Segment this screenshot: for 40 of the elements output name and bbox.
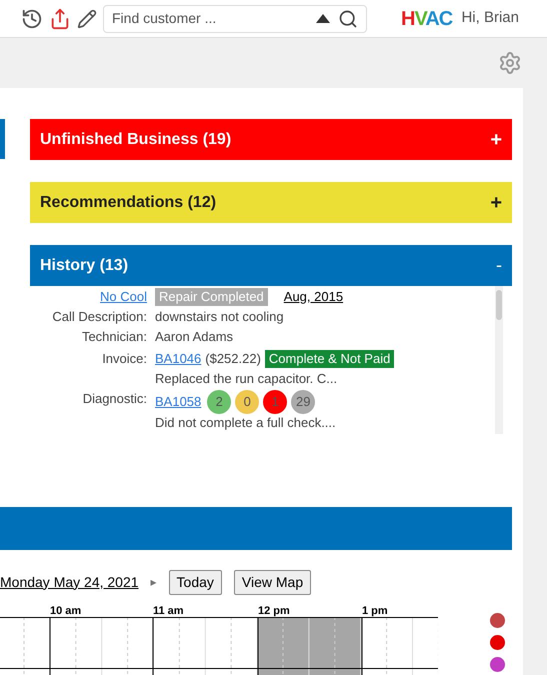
invoice-amount: ($252.22) xyxy=(205,350,261,368)
field-label: Call Description: xyxy=(51,308,147,326)
field-label: Invoice: xyxy=(101,350,147,368)
diagnostic-link[interactable]: BA1058 xyxy=(155,393,202,411)
caret-icon[interactable] xyxy=(316,14,330,23)
scrollbar-thumb[interactable] xyxy=(496,290,502,320)
hour-label: 1 pm xyxy=(362,604,388,618)
section-header[interactable]: History (13) - xyxy=(30,245,512,286)
date-link[interactable]: Monday May 24, 2021 xyxy=(0,572,139,592)
field-label: Technician: xyxy=(80,328,147,346)
search-box[interactable]: Find customer ... xyxy=(103,4,367,32)
greeting: Hi, Brian xyxy=(461,8,519,28)
count-badge: 0 xyxy=(235,390,260,414)
pencil-icon[interactable] xyxy=(77,8,97,28)
hour-label: 12 pm xyxy=(258,604,290,618)
invoice-status-badge: Complete & Not Paid xyxy=(264,350,394,368)
section-header[interactable]: Recommendations (12) + xyxy=(30,182,512,223)
search-icon[interactable] xyxy=(338,8,358,28)
section-header[interactable]: Unfinished Business (19) + xyxy=(30,119,512,160)
call-type-link[interactable]: No Cool xyxy=(100,289,147,304)
technician-name: Aaron Adams xyxy=(155,328,234,346)
next-arrow[interactable]: ▸ xyxy=(150,573,157,591)
call-description: downstairs not cooling xyxy=(155,308,284,326)
count-badge: 2 xyxy=(207,390,232,414)
upload-icon[interactable] xyxy=(49,8,71,30)
field-label: Diagnostic: xyxy=(82,390,147,408)
diagnostic-note: Did not complete a full check.... xyxy=(155,414,336,432)
hour-label: 10 am xyxy=(50,604,82,618)
invoice-link[interactable]: BA1046 xyxy=(155,350,202,368)
status-badge: Repair Completed xyxy=(155,288,268,306)
count-badge: 1 xyxy=(263,390,288,414)
today-button[interactable]: Today xyxy=(168,570,222,594)
logo: HVAC xyxy=(401,6,452,32)
view-map-button[interactable]: View Map xyxy=(234,570,312,594)
history-icon[interactable] xyxy=(21,8,43,30)
hour-label: 11 am xyxy=(153,604,184,618)
invoice-note: Replaced the run capacitor. C... xyxy=(155,370,338,388)
search-field[interactable]: Find customer ... xyxy=(112,8,316,29)
count-badge: 29 xyxy=(291,390,316,414)
date-link[interactable]: Aug, 2015 xyxy=(284,288,344,306)
